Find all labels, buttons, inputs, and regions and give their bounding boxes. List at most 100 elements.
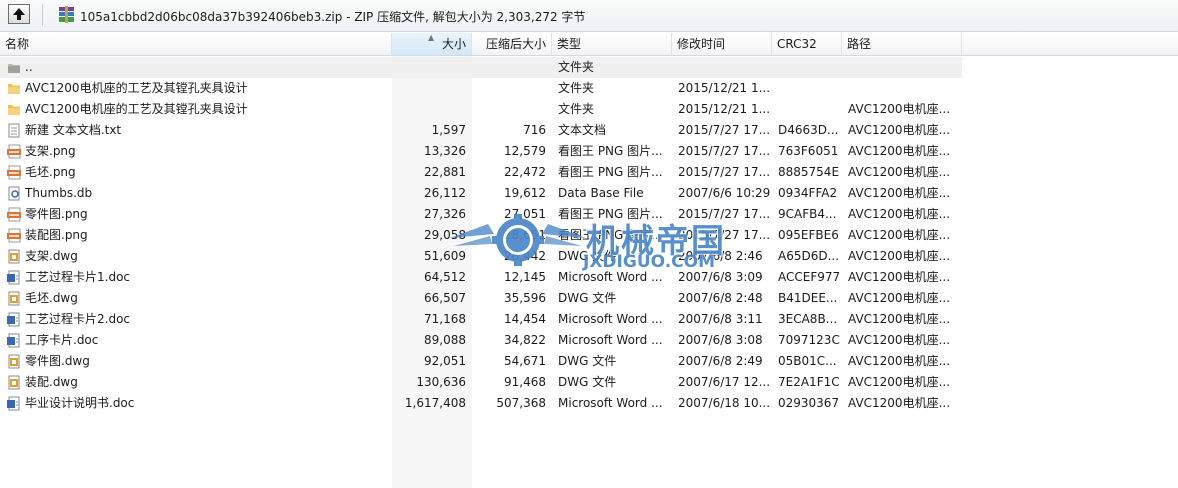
file-name: 装配图.png	[25, 228, 88, 242]
file-path: AVC1200电机座...	[848, 249, 951, 263]
doc-file-icon	[7, 396, 21, 411]
file-crc: 9CAFB4...	[778, 207, 837, 221]
file-packed-size: 91,468	[504, 375, 546, 389]
file-name: AVC1200电机座的工艺及其镗孔夹具设计	[25, 102, 248, 116]
png-file-icon	[7, 165, 21, 180]
column-name[interactable]: 名称	[0, 33, 392, 55]
file-row[interactable]: AVC1200电机座的工艺及其镗孔夹具设计 文件夹 2015/12/21 1... A…	[0, 99, 1178, 120]
file-type: 文件夹	[558, 81, 595, 95]
file-row[interactable]: 工艺过程卡片2.doc 71,168 14,454 Microsoft Word ..…	[0, 309, 1178, 330]
sort-ascending-icon: ▲	[428, 33, 435, 42]
dwg-file-icon	[7, 249, 21, 264]
file-crc: ACCEF977	[778, 270, 841, 284]
file-type: Microsoft Word ...	[558, 333, 663, 347]
file-row[interactable]: 毕业设计说明书.doc 1,617,408 507,368 Microsoft Wor…	[0, 393, 1178, 414]
file-modified: 2007/6/8 2:49	[678, 354, 763, 368]
file-size: 26,112	[424, 186, 466, 200]
file-name: Thumbs.db	[25, 186, 93, 200]
file-type: DWG 文件	[558, 291, 617, 305]
column-type[interactable]: 类型	[552, 33, 672, 55]
column-packed-label: 压缩后大小	[485, 37, 546, 51]
file-packed-size: 35,596	[504, 291, 546, 305]
file-size: 66,507	[424, 291, 466, 305]
file-path: AVC1200电机座...	[848, 207, 951, 221]
column-size[interactable]: ▲ 大小	[392, 33, 472, 55]
file-name: 工艺过程卡片2.doc	[25, 312, 131, 326]
file-type: DWG 文件	[558, 375, 617, 389]
file-modified: 2015/7/27 17...	[678, 165, 771, 179]
folder-icon	[7, 102, 21, 117]
file-row[interactable]: Thumbs.db 26,112 19,612 Data Base File 2007/…	[0, 183, 1178, 204]
file-path: AVC1200电机座...	[848, 165, 951, 179]
file-size: 130,636	[416, 375, 466, 389]
file-path	[848, 78, 958, 99]
file-name: 工序卡片.doc	[25, 333, 99, 347]
file-crc: 02930367	[778, 396, 840, 410]
file-modified: 2007/6/17 12...	[678, 375, 771, 389]
file-path: AVC1200电机座...	[848, 396, 951, 410]
file-modified: 2007/6/6 10:29	[678, 186, 771, 200]
file-type: 看图王 PNG 图片...	[558, 165, 663, 179]
file-row[interactable]: 毛坯.dwg 66,507 35,596 DWG 文件 2007/6/8 2:48 B41…	[0, 288, 1178, 309]
file-modified: 2007/6/18 10...	[678, 396, 771, 410]
file-crc: 05B01C...	[778, 354, 837, 368]
file-row[interactable]: .. 文件夹	[0, 57, 962, 78]
file-path	[848, 57, 958, 78]
file-packed-size: 12,579	[504, 144, 546, 158]
file-path: AVC1200电机座...	[848, 123, 951, 137]
file-packed-size: 507,368	[496, 396, 546, 410]
file-packed-size: 34,822	[504, 333, 546, 347]
file-row[interactable]: 装配.dwg 130,636 91,468 DWG 文件 2007/6/17 12...…	[0, 372, 1178, 393]
file-crc: 763F6051	[778, 144, 839, 158]
folder-up-icon	[7, 60, 21, 75]
file-path: AVC1200电机座...	[848, 102, 951, 116]
column-path-label: 路径	[847, 37, 872, 51]
file-packed-size: 14,454	[504, 312, 546, 326]
file-type: 文本文档	[558, 123, 607, 137]
png-file-icon	[7, 207, 21, 222]
doc-file-icon	[7, 333, 21, 348]
file-name: 毕业设计说明书.doc	[25, 396, 135, 410]
watermark: 机械帝国 JXDIGUO.COM	[448, 210, 748, 272]
file-path: AVC1200电机座...	[848, 333, 951, 347]
zip-archive-icon	[59, 6, 74, 23]
gear-logo-icon	[450, 214, 586, 266]
file-modified: 2007/6/8 3:11	[678, 312, 763, 326]
file-size: 89,088	[424, 333, 466, 347]
file-path: AVC1200电机座...	[848, 375, 951, 389]
file-type: 文件夹	[558, 102, 595, 116]
file-modified: 2015/7/27 17...	[678, 144, 771, 158]
file-size	[392, 99, 466, 120]
column-name-label: 名称	[5, 37, 30, 51]
file-size: 1,597	[431, 123, 466, 137]
file-row[interactable]: 零件图.dwg 92,051 54,671 DWG 文件 2007/6/8 2:49 05…	[0, 351, 1178, 372]
column-crc[interactable]: CRC32	[772, 33, 842, 55]
file-packed-size: 22,472	[504, 165, 546, 179]
file-size: 92,051	[424, 354, 466, 368]
column-modified[interactable]: 修改时间	[672, 33, 772, 55]
file-packed-size: 12,145	[504, 270, 546, 284]
file-row[interactable]: 支架.png 13,326 12,579 看图王 PNG 图片... 2015/7/27…	[0, 141, 1178, 162]
file-modified: 2015/7/27 17...	[678, 123, 771, 137]
file-row[interactable]: 工序卡片.doc 89,088 34,822 Microsoft Word ... 20…	[0, 330, 1178, 351]
file-crc: 7097123C	[778, 333, 840, 347]
dwg-file-icon	[7, 354, 21, 369]
file-size: 64,512	[424, 270, 466, 284]
file-row[interactable]: AVC1200电机座的工艺及其镗孔夹具设计 文件夹 2015/12/21 1...	[0, 78, 1178, 99]
file-size: 71,168	[424, 312, 466, 326]
file-path: AVC1200电机座...	[848, 186, 951, 200]
file-packed-size	[472, 78, 546, 99]
file-modified: 2015/12/21 1...	[678, 102, 771, 116]
png-file-icon	[7, 228, 21, 243]
txt-file-icon	[7, 123, 21, 138]
file-path: AVC1200电机座...	[848, 144, 951, 158]
file-name: 新建 文本文档.txt	[25, 123, 122, 137]
column-path[interactable]: 路径	[842, 33, 962, 55]
up-folder-button[interactable]	[8, 4, 30, 24]
folder-icon	[7, 81, 21, 96]
file-row[interactable]: 毛坯.png 22,881 22,472 看图王 PNG 图片... 2015/7/27…	[0, 162, 1178, 183]
file-row[interactable]: 新建 文本文档.txt 1,597 716 文本文档 2015/7/27 17... D4…	[0, 120, 1178, 141]
column-packed[interactable]: 压缩后大小	[472, 33, 552, 55]
file-crc: 3ECA8B...	[778, 312, 838, 326]
file-path: AVC1200电机座...	[848, 354, 951, 368]
